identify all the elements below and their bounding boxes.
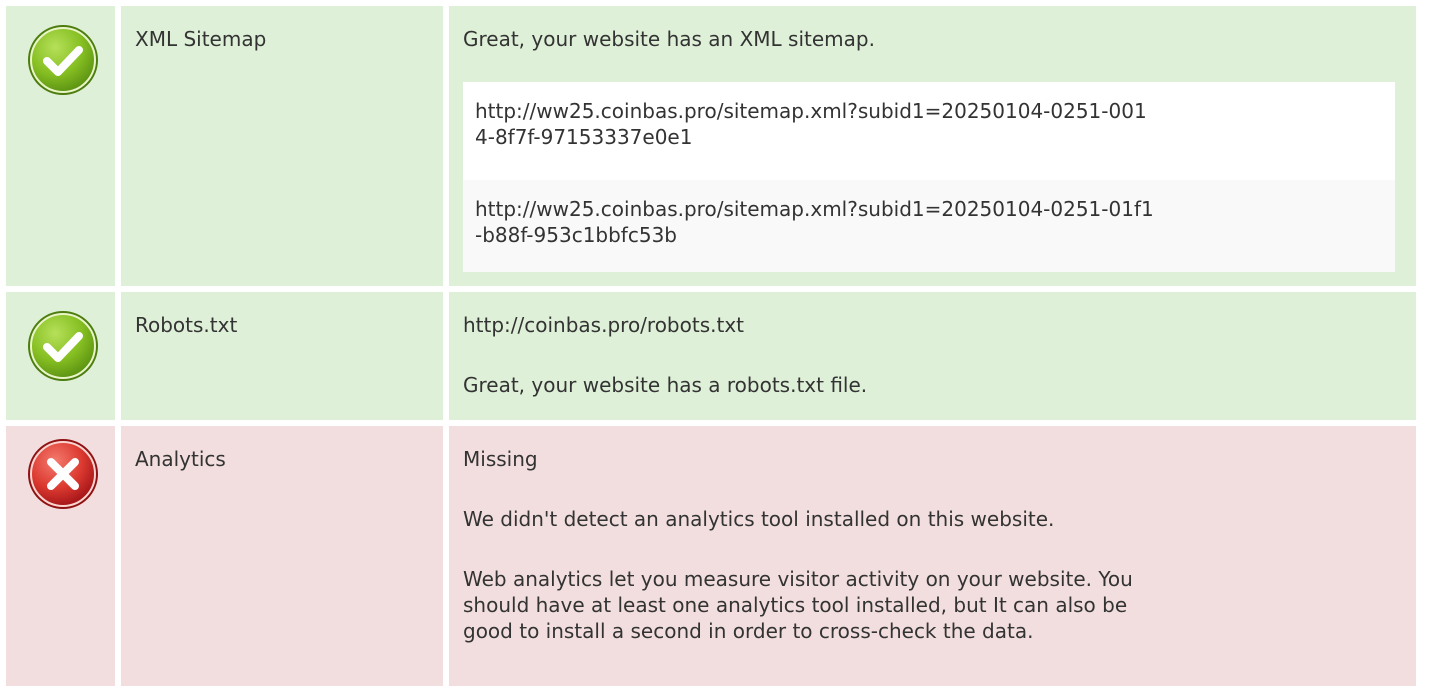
check-icon xyxy=(28,25,98,95)
result-message: We didn't detect an analytics tool insta… xyxy=(463,507,1055,531)
status-cell xyxy=(6,292,115,420)
description-line: good to install a second in order to cro… xyxy=(463,619,1034,643)
description-line: Web analytics let you measure visitor ac… xyxy=(463,567,1133,591)
status-cell xyxy=(6,6,115,286)
sitemap-url-line: 4-8f7f-97153337e0e1 xyxy=(475,125,693,149)
check-label: XML Sitemap xyxy=(135,27,267,51)
seo-report: XML Sitemap Great, your website has an X… xyxy=(0,0,1445,686)
status-cell xyxy=(6,426,115,686)
sitemap-url-item[interactable]: http://ww25.coinbas.pro/sitemap.xml?subi… xyxy=(463,82,1395,180)
check-row-robots-txt: Robots.txt http://coinbas.pro/robots.txt… xyxy=(0,292,1445,420)
result-message: Great, your website has an XML sitemap. xyxy=(463,27,875,51)
content-cell: http://coinbas.pro/robots.txt Great, you… xyxy=(449,292,1416,420)
description-line: should have at least one analytics tool … xyxy=(463,593,1128,617)
content-cell: Missing We didn't detect an analytics to… xyxy=(449,426,1416,686)
sitemap-url-item[interactable]: http://ww25.coinbas.pro/sitemap.xml?subi… xyxy=(463,180,1395,272)
sitemap-url-line: http://ww25.coinbas.pro/sitemap.xml?subi… xyxy=(475,99,1147,123)
check-icon xyxy=(28,311,98,381)
content-cell: Great, your website has an XML sitemap. … xyxy=(449,6,1416,286)
check-row-xml-sitemap: XML Sitemap Great, your website has an X… xyxy=(0,6,1445,286)
label-cell: XML Sitemap xyxy=(121,6,443,286)
robots-url-link[interactable]: http://coinbas.pro/robots.txt xyxy=(463,312,1393,338)
sitemap-url-line: -b88f-953c1bbfc53b xyxy=(475,223,677,247)
check-label: Analytics xyxy=(135,447,226,471)
check-row-analytics: Analytics Missing We didn't detect an an… xyxy=(0,426,1445,686)
cross-icon xyxy=(28,439,98,509)
sitemap-url-line: http://ww25.coinbas.pro/sitemap.xml?subi… xyxy=(475,197,1154,221)
status-text: Missing xyxy=(463,447,538,471)
result-message: Great, your website has a robots.txt fil… xyxy=(463,373,868,397)
label-cell: Analytics xyxy=(121,426,443,686)
label-cell: Robots.txt xyxy=(121,292,443,420)
result-description: Web analytics let you measure visitor ac… xyxy=(463,566,1393,644)
check-label: Robots.txt xyxy=(135,313,238,337)
